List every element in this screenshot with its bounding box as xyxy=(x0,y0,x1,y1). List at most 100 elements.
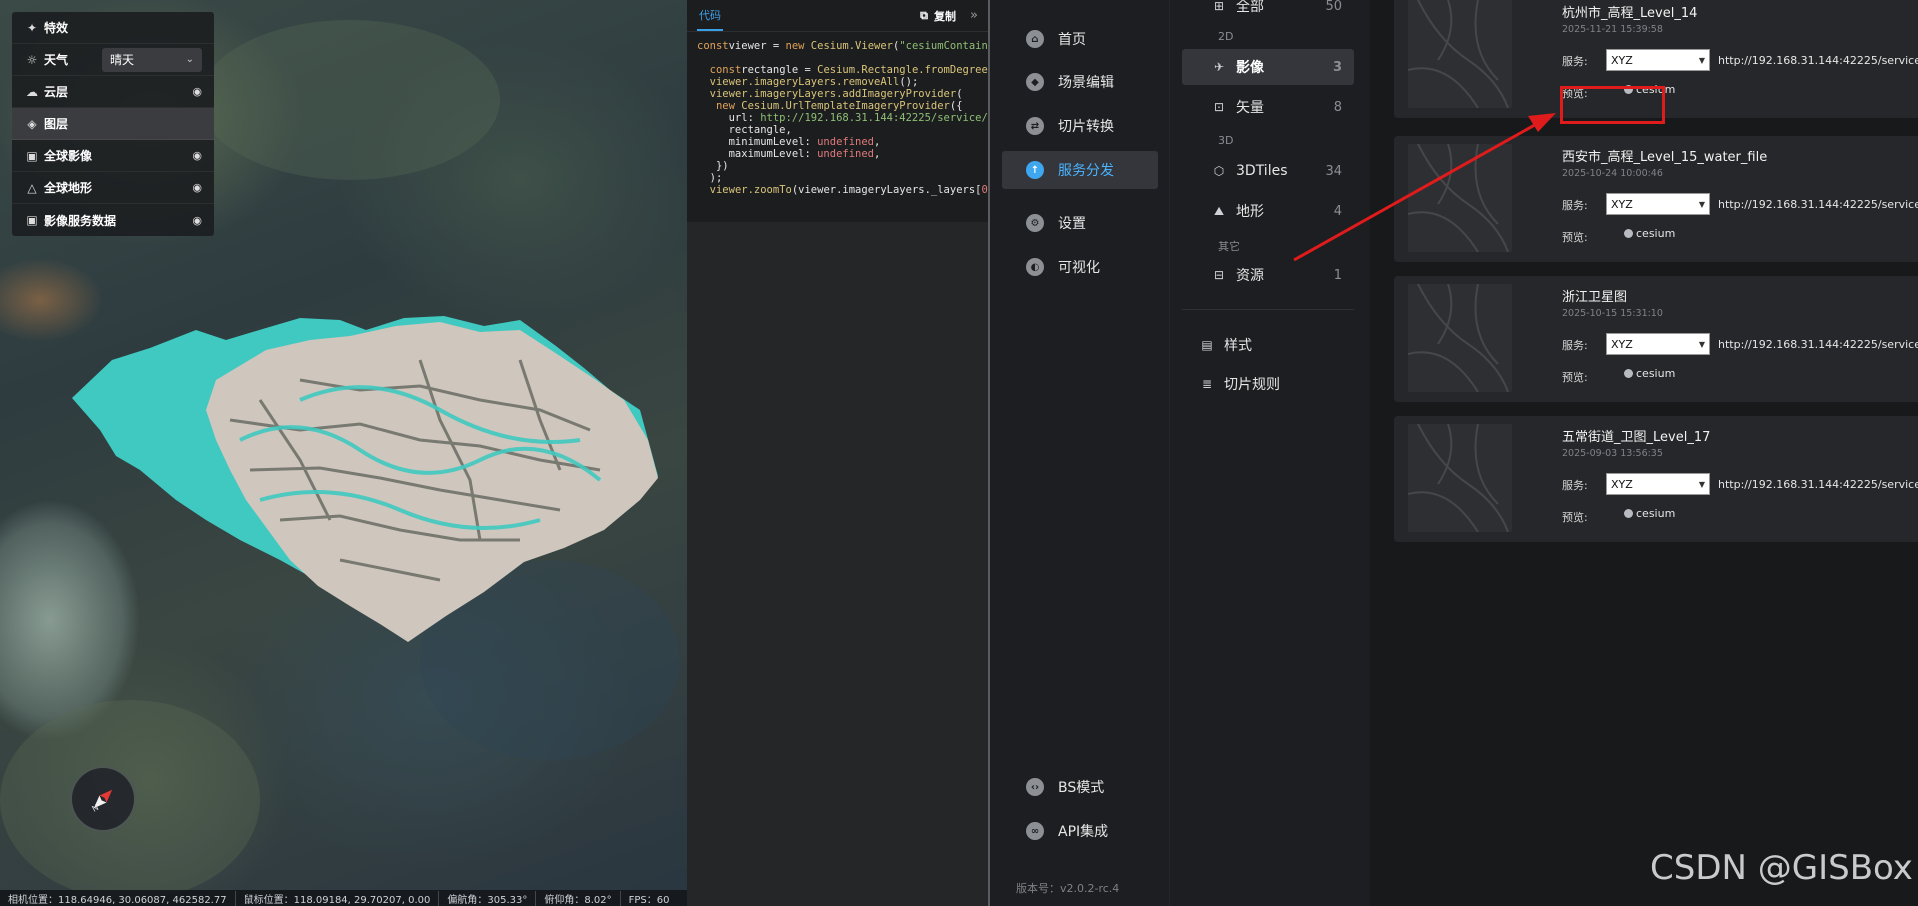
code-token: new xyxy=(715,100,735,112)
layers-label: 图层 xyxy=(44,117,69,131)
nav-settings[interactable]: ⚙ 设置 xyxy=(1002,204,1158,242)
tab-code[interactable]: 代码 xyxy=(697,1,723,31)
nav-bs-mode-label: BS模式 xyxy=(1058,780,1105,796)
cube-icon: ⬡ xyxy=(1213,164,1225,178)
weather-select[interactable]: 晴天 ⌄ xyxy=(102,47,202,72)
group-2d-heading: 2D xyxy=(1218,30,1234,43)
code-token: http://192.168.31.144:42225/service/r6zb… xyxy=(760,112,988,124)
code-token: (viewer.imageryLayers._layers[ xyxy=(791,184,982,196)
code-line: minimumLevel: undefined, xyxy=(697,136,978,148)
code-token: ({ xyxy=(949,100,963,112)
nav-tile-convert[interactable]: ⇄ 切片转换 xyxy=(1002,107,1158,145)
cesium-preview-link[interactable]: cesium xyxy=(1624,227,1675,240)
nav-scene-edit[interactable]: ◆ 场景编辑 xyxy=(1002,63,1158,101)
category-terrain-count: 4 xyxy=(1333,203,1342,219)
visualize-icon: ◐ xyxy=(1026,258,1044,276)
service-url[interactable]: http://192.168.31.144:42225/service xyxy=(1718,478,1918,491)
code-token: minimumLevel: xyxy=(697,136,818,148)
cloud-layer-row[interactable]: ☁ 云层 ◉ xyxy=(12,76,214,108)
global-terrain-row[interactable]: △ 全球地形 ◉ xyxy=(12,172,214,204)
category-resource[interactable]: ⊟ 资源 1 xyxy=(1182,257,1354,293)
weather-value: 晴天 xyxy=(110,53,135,67)
service-type-select[interactable]: XYZ ▼ xyxy=(1606,333,1710,355)
vector-icon: ⊡ xyxy=(1213,100,1225,114)
mountain-icon: △ xyxy=(27,180,37,195)
category-style[interactable]: ▤ 样式 xyxy=(1182,327,1354,363)
chevron-down-icon: ▼ xyxy=(1698,479,1705,489)
version-label: 版本号：v2.0.2-rc.4 xyxy=(1016,882,1120,895)
category-3dtiles[interactable]: ⬡ 3DTiles 34 xyxy=(1182,153,1354,189)
collapse-icon[interactable]: » xyxy=(970,8,978,23)
cesium-preview-link[interactable]: cesium xyxy=(1624,507,1675,520)
code-editor[interactable]: constviewer = new Cesium.Viewer("cesiumC… xyxy=(687,32,988,204)
cesium-icon xyxy=(1624,369,1633,378)
category-all[interactable]: ⊞ 全部 50 xyxy=(1182,0,1354,24)
service-type-select[interactable]: XYZ ▼ xyxy=(1606,193,1710,215)
service-url[interactable]: http://192.168.31.144:42225/service xyxy=(1718,338,1918,351)
category-3dtiles-label: 3DTiles xyxy=(1236,163,1288,179)
service-type-select[interactable]: XYZ ▼ xyxy=(1606,49,1710,71)
copy-button[interactable]: ⧉ 复制 xyxy=(920,8,956,24)
nav-service-dist[interactable]: ↑ 服务分发 xyxy=(1002,151,1158,189)
category-vector[interactable]: ⊡ 矢量 8 xyxy=(1182,89,1354,125)
nav-scene-edit-label: 场景编辑 xyxy=(1058,75,1114,91)
code-token: ( xyxy=(956,88,963,100)
service-type-select[interactable]: XYZ ▼ xyxy=(1606,473,1710,495)
map-thumbnail xyxy=(1408,144,1512,252)
nav-service-dist-label: 服务分发 xyxy=(1058,163,1114,179)
service-card[interactable]: 五常街道_卫图_Level_17 2025-09-03 13:56:35 服务: XY… xyxy=(1394,416,1918,542)
map-viewer[interactable]: ✦ 特效 ☼ 天气 晴天 ⌄ ☁ 云层 ◉ ◈ 图层 ▣ 全球影像 ◉ △ 全球… xyxy=(0,0,687,906)
terrain-icon: ⛰ xyxy=(1213,203,1225,218)
service-url[interactable]: http://192.168.31.144:42225/service xyxy=(1718,198,1918,211)
image-icon: ▣ xyxy=(26,148,38,163)
category-terrain[interactable]: ⛰ 地形 4 xyxy=(1182,193,1354,229)
chevron-down-icon: ▼ xyxy=(1698,199,1705,209)
service-card[interactable]: 浙江卫星图 2025-10-15 15:31:10 服务: XYZ ▼ http://19… xyxy=(1394,276,1918,402)
service-card[interactable]: 西安市_高程_Level_15_water_file 2025-10-24 10:… xyxy=(1394,136,1918,262)
status-bar: 相机位置：118.64946, 30.06087, 462582.77 鼠标位置… xyxy=(0,890,687,906)
nav-visualize[interactable]: ◐ 可视化 xyxy=(1002,248,1158,286)
code-token: const xyxy=(697,40,729,52)
nav-api[interactable]: ∞ API集成 xyxy=(1002,812,1158,850)
service-type-value: XYZ xyxy=(1611,337,1633,351)
layers-row[interactable]: ◈ 图层 xyxy=(12,108,214,140)
code-token: const xyxy=(709,64,742,76)
global-imagery-row[interactable]: ▣ 全球影像 ◉ xyxy=(12,140,214,172)
category-resource-count: 1 xyxy=(1333,267,1342,283)
category-vector-count: 8 xyxy=(1333,99,1342,115)
imagery-service-row[interactable]: ▣ 影像服务数据 ◉ xyxy=(12,204,214,236)
code-box: 代码 ⧉ 复制 » constviewer = new Cesium.Viewe… xyxy=(687,0,988,222)
category-imagery[interactable]: ✈ 影像 3 xyxy=(1182,49,1354,85)
code-token: viewer.zoomTo xyxy=(709,184,792,196)
service-url[interactable]: http://192.168.31.144:42225/service xyxy=(1718,54,1918,67)
cesium-preview-link[interactable]: cesium xyxy=(1624,367,1675,380)
code-line: viewer.imageryLayers.removeAll(); xyxy=(697,76,978,88)
nav-home[interactable]: ⌂ 首页 xyxy=(1002,20,1158,58)
effects-row[interactable]: ✦ 特效 xyxy=(12,12,214,44)
code-panel: 代码 ⧉ 复制 » constviewer = new Cesium.Viewe… xyxy=(687,0,988,906)
eye-icon[interactable]: ◉ xyxy=(192,85,202,98)
group-other-heading: 其它 xyxy=(1218,240,1240,253)
compass-widget[interactable]: N xyxy=(72,768,134,830)
code-token: maximumLevel: xyxy=(697,148,818,160)
eye-icon[interactable]: ◉ xyxy=(192,214,202,227)
weather-label: 天气 xyxy=(44,53,69,67)
code-line: ); xyxy=(697,172,978,184)
code-token: rectangle, xyxy=(697,124,792,136)
cloud-layer-label: 云层 xyxy=(44,85,69,99)
eye-icon[interactable]: ◉ xyxy=(192,181,202,194)
code-token: viewer = xyxy=(728,40,786,52)
eye-icon[interactable]: ◉ xyxy=(192,149,202,162)
code-line: constviewer = new Cesium.Viewer("cesiumC… xyxy=(697,40,988,52)
nav-bs-mode[interactable]: ‹› BS模式 xyxy=(1002,768,1158,806)
code-token: url: xyxy=(697,112,761,124)
mouse-position: 鼠标位置：118.09184, 29.70207, 0.00 xyxy=(236,890,440,906)
service-title: 浙江卫星图 xyxy=(1562,290,1628,305)
map-thumbnail xyxy=(1408,284,1512,392)
category-tile-rules[interactable]: ≣ 切片规则 xyxy=(1182,366,1354,402)
sun-icon: ☼ xyxy=(26,52,38,67)
nav-api-label: API集成 xyxy=(1058,824,1109,840)
